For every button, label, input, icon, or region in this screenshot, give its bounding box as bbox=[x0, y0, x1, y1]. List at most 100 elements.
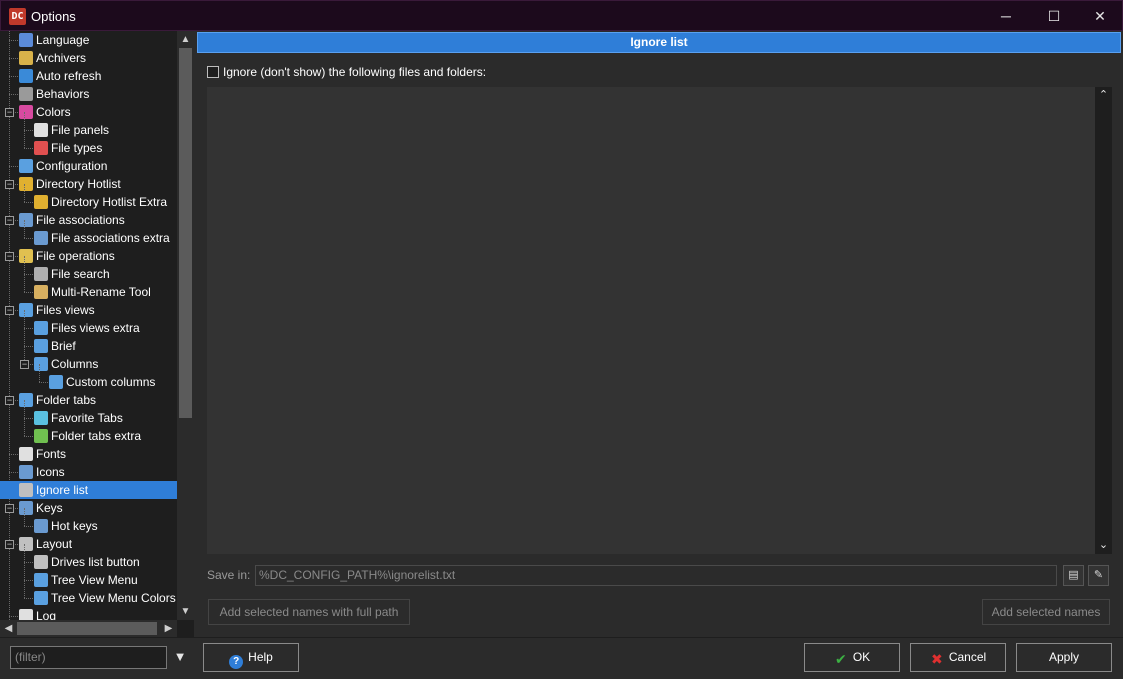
tree-item[interactable]: Configuration bbox=[19, 157, 107, 175]
tree-item-label: Custom columns bbox=[66, 375, 156, 389]
collapse-icon[interactable]: − bbox=[20, 360, 29, 369]
collapse-icon[interactable]: − bbox=[5, 306, 14, 315]
ignore-list-textarea[interactable]: ⌃ ⌄ bbox=[207, 87, 1112, 554]
tree-item[interactable]: Custom columns bbox=[49, 373, 155, 391]
scroll-down-icon[interactable]: ▼ bbox=[177, 603, 194, 620]
tree-item[interactable]: Multi-Rename Tool bbox=[34, 283, 151, 301]
apply-button[interactable]: Apply bbox=[1016, 643, 1112, 672]
h-scroll-thumb[interactable] bbox=[17, 622, 157, 635]
minimize-button[interactable]: ─ bbox=[983, 1, 1029, 31]
tree-item[interactable]: Tree View Menu Colors bbox=[34, 589, 176, 607]
save-in-field[interactable]: %DC_CONFIG_PATH%\ignorelist.txt bbox=[255, 565, 1057, 586]
tree-vertical-scrollbar[interactable]: ▲ ▼ bbox=[177, 31, 194, 620]
list-scrollbar[interactable]: ⌃ ⌄ bbox=[1095, 87, 1112, 554]
tree-item-label: Fonts bbox=[36, 447, 67, 461]
custom-columns-icon bbox=[49, 375, 63, 389]
tree-guide-line bbox=[39, 364, 40, 382]
list-scroll-down-icon[interactable]: ⌄ bbox=[1095, 537, 1112, 554]
close-button[interactable]: ✕ bbox=[1077, 1, 1123, 31]
tree-item[interactable]: Columns bbox=[34, 355, 98, 373]
brief-icon bbox=[34, 339, 48, 353]
tree-connector bbox=[9, 472, 18, 473]
tree-connector bbox=[24, 346, 33, 347]
tree-item[interactable]: Auto refresh bbox=[19, 67, 101, 85]
collapse-icon[interactable]: − bbox=[5, 540, 14, 549]
collapse-icon[interactable]: − bbox=[5, 504, 14, 513]
save-in-label: Save in: bbox=[207, 568, 251, 582]
tree-item[interactable]: Ignore list bbox=[0, 481, 177, 499]
tree-item[interactable]: Folder tabs bbox=[19, 391, 96, 409]
tree-item[interactable]: Colors bbox=[19, 103, 71, 121]
tree-item[interactable]: Language bbox=[19, 31, 89, 49]
drives-icon bbox=[34, 555, 48, 569]
tree-item[interactable]: Directory Hotlist bbox=[19, 175, 121, 193]
tree-item[interactable]: Archivers bbox=[19, 49, 86, 67]
tree-connector bbox=[24, 148, 33, 149]
keyboard-icon bbox=[19, 501, 33, 515]
cancel-button[interactable]: ✖ Cancel bbox=[910, 643, 1006, 672]
tree-item[interactable]: Directory Hotlist Extra bbox=[34, 193, 167, 211]
maximize-button[interactable]: ☐ bbox=[1031, 1, 1077, 31]
scroll-up-icon[interactable]: ▲ bbox=[177, 31, 194, 48]
tree-guide-line bbox=[24, 256, 25, 274]
favorite-tabs-icon bbox=[34, 411, 48, 425]
ok-button[interactable]: ✔ OK bbox=[804, 643, 900, 672]
ignore-checkbox-row[interactable]: Ignore (don't show) the following files … bbox=[207, 64, 486, 80]
tree-item[interactable]: Log bbox=[19, 607, 56, 620]
tree-connector bbox=[24, 436, 33, 437]
tree-connector bbox=[24, 580, 33, 581]
tree-item[interactable]: Files views extra bbox=[34, 319, 140, 337]
scroll-right-icon[interactable]: ▶ bbox=[160, 620, 177, 637]
folder-tabs-icon bbox=[19, 393, 33, 407]
tree-item[interactable]: File associations extra bbox=[34, 229, 170, 247]
collapse-icon[interactable]: − bbox=[5, 252, 14, 261]
add-selected-names-button[interactable]: Add selected names bbox=[982, 599, 1110, 625]
collapse-icon[interactable]: − bbox=[5, 108, 14, 117]
tree-item-label: Tree View Menu Colors bbox=[51, 591, 176, 605]
tree-horizontal-scrollbar[interactable]: ◀ ▶ bbox=[0, 620, 177, 637]
hotlist-extra-icon bbox=[34, 195, 48, 209]
tree-item[interactable]: File associations bbox=[19, 211, 125, 229]
tree-connector bbox=[9, 454, 18, 455]
tree-connector bbox=[24, 274, 33, 275]
tree-item[interactable]: Keys bbox=[19, 499, 63, 517]
associations-icon bbox=[19, 213, 33, 227]
list-scroll-up-icon[interactable]: ⌃ bbox=[1095, 87, 1112, 104]
tree-item[interactable]: Files views bbox=[19, 301, 95, 319]
tree-item[interactable]: Folder tabs extra bbox=[34, 427, 141, 445]
tree-item[interactable]: Icons bbox=[19, 463, 65, 481]
tree-item[interactable]: File search bbox=[34, 265, 110, 283]
tree-item[interactable]: Layout bbox=[19, 535, 72, 553]
help-button[interactable]: ? Help bbox=[203, 643, 299, 672]
tree-item[interactable]: File operations bbox=[19, 247, 115, 265]
collapse-icon[interactable]: − bbox=[5, 396, 14, 405]
tree-item[interactable]: Drives list button bbox=[34, 553, 140, 571]
collapse-icon[interactable]: − bbox=[5, 216, 14, 225]
filter-input[interactable]: (filter) bbox=[10, 646, 167, 669]
tree-item[interactable]: File types bbox=[34, 139, 102, 157]
binoculars-icon bbox=[34, 267, 48, 281]
options-tree[interactable]: Language Archivers Auto refresh Behaviors − C… bbox=[0, 31, 194, 637]
filter-icon[interactable]: ▼ bbox=[171, 648, 189, 666]
scroll-thumb[interactable] bbox=[179, 48, 192, 418]
files-views-extra-icon bbox=[34, 321, 48, 335]
tree-item-label: Files views extra bbox=[51, 321, 140, 335]
tree-item[interactable]: Tree View Menu bbox=[34, 571, 138, 589]
tree-item[interactable]: File panels bbox=[34, 121, 109, 139]
tree-item-label: Tree View Menu bbox=[51, 573, 138, 587]
scroll-left-icon[interactable]: ◀ bbox=[0, 620, 17, 637]
tree-connector bbox=[24, 598, 33, 599]
tree-item-label: File operations bbox=[36, 249, 115, 263]
browse-file-icon[interactable]: ✎ bbox=[1088, 565, 1109, 586]
tree-item[interactable]: Behaviors bbox=[19, 85, 89, 103]
tree-item[interactable]: Fonts bbox=[19, 445, 66, 463]
collapse-icon[interactable]: − bbox=[5, 180, 14, 189]
tree-item[interactable]: Brief bbox=[34, 337, 76, 355]
tree-guide-line bbox=[24, 220, 25, 238]
ignore-checkbox[interactable] bbox=[207, 66, 219, 78]
tree-item[interactable]: Favorite Tabs bbox=[34, 409, 123, 427]
view-file-icon[interactable]: ▤ bbox=[1063, 565, 1084, 586]
tree-connector bbox=[39, 382, 48, 383]
tree-item[interactable]: Hot keys bbox=[34, 517, 98, 535]
add-full-path-button[interactable]: Add selected names with full path bbox=[208, 599, 410, 625]
